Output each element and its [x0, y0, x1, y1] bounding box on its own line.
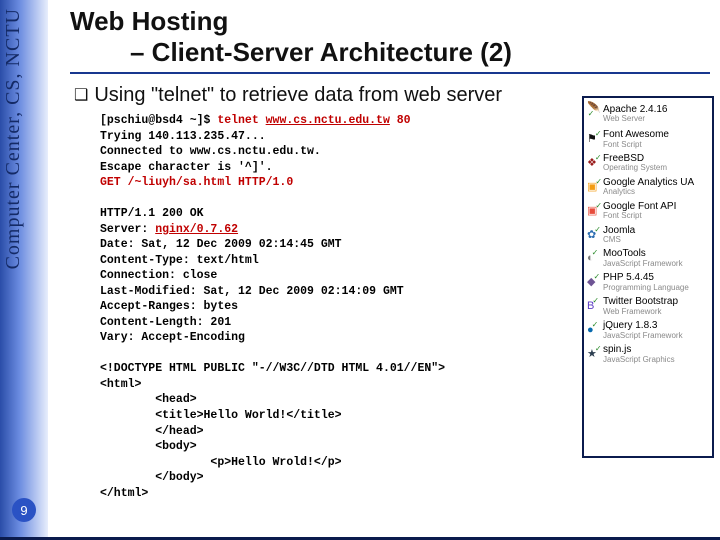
tech-item-text: MooToolsJavaScript Framework	[603, 249, 710, 268]
tech-item-text: Google Analytics UAAnalytics	[603, 178, 710, 197]
font-icon: ⚑✓	[587, 134, 599, 145]
tech-item-category: Operating System	[603, 164, 710, 172]
check-icon: ✓	[588, 109, 595, 118]
tech-item-category: Font Script	[603, 141, 710, 149]
code-line: Connected to www.cs.nctu.edu.tw.	[100, 145, 321, 158]
tech-item-text: JoomlaCMS	[603, 226, 710, 245]
tech-item-category: CMS	[603, 236, 710, 244]
code-line: Content-Length: 201	[100, 316, 231, 329]
code-line: Connection: close	[100, 269, 217, 282]
spin.js-icon: ★✓	[587, 349, 599, 360]
check-icon: ✓	[595, 344, 602, 353]
slide-title-line2: – Client-Server Architecture (2)	[130, 37, 710, 68]
code-get-request: GET /~liuyh/sa.html HTTP/1.0	[100, 176, 293, 189]
code-line: <body>	[100, 440, 197, 453]
code-line: Vary: Accept-Encoding	[100, 331, 245, 344]
code-port: 80	[390, 114, 411, 127]
tech-item-name: spin.js	[603, 345, 710, 356]
google-icon: ▣✓	[587, 206, 599, 217]
tech-item: 🪶✓Apache 2.4.16Web Server	[586, 102, 710, 125]
check-icon: ✓	[592, 248, 599, 257]
tech-item-category: Analytics	[603, 188, 710, 196]
code-line: Server:	[100, 223, 155, 236]
code-line: Content-Type: text/html	[100, 254, 259, 267]
tech-item: ●✓ jQuery 1.8.3JavaScript Framework	[586, 320, 710, 340]
tech-item: ▣✓ Google Analytics UAAnalytics	[586, 177, 710, 197]
code-server-version: nginx/0.7.62	[155, 223, 238, 236]
freebsd-icon: ❖✓	[587, 158, 599, 169]
tech-item: ❖✓ FreeBSDOperating System	[586, 153, 710, 173]
twitter-icon: B✓	[587, 301, 599, 312]
tech-item: ▣✓ Google Font APIFont Script	[586, 201, 710, 221]
code-line: HTTP/1.1 200 OK	[100, 207, 204, 220]
tech-item-category: Web Server	[603, 115, 710, 123]
code-host: www.cs.nctu.edu.tw	[266, 114, 390, 127]
check-icon: ✓	[595, 129, 602, 138]
code-line: <!DOCTYPE HTML PUBLIC "-//W3C//DTD HTML …	[100, 362, 445, 375]
tech-item-text: FreeBSDOperating System	[603, 154, 710, 173]
check-icon: ✓	[594, 225, 601, 234]
apache-icon: 🪶✓	[587, 103, 599, 125]
tech-item-text: Font AwesomeFont Script	[603, 130, 710, 149]
code-line: <p>Hello Wrold!</p>	[100, 456, 342, 469]
check-icon: ✓	[592, 296, 599, 305]
google-icon: ▣✓	[587, 182, 599, 193]
tech-item: ◐✓ MooToolsJavaScript Framework	[586, 248, 710, 268]
tech-item-category: JavaScript Framework	[603, 260, 710, 268]
bullet-text: Using "telnet" to retrieve data from web…	[94, 84, 502, 106]
code-line: Accept-Ranges: bytes	[100, 300, 238, 313]
check-icon: ✓	[595, 177, 602, 186]
title-underline	[70, 72, 710, 74]
left-sidebar: Computer Center, CS, NCTU 9	[0, 0, 48, 540]
mootools-icon: ◐✓	[587, 253, 599, 264]
check-icon: ✓	[592, 320, 599, 329]
check-icon: ✓	[595, 201, 602, 210]
tech-item-text: jQuery 1.8.3JavaScript Framework	[603, 321, 710, 340]
code-cmd-telnet: telnet	[217, 114, 265, 127]
tech-item: ⚑✓ Font AwesomeFont Script	[586, 129, 710, 149]
tech-panel: 🪶✓Apache 2.4.16Web Server⚑✓Font AwesomeF…	[582, 96, 714, 458]
tech-item-name: Font Awesome	[603, 130, 710, 141]
tech-item-text: PHP 5.4.45Programming Language	[603, 273, 710, 292]
code-line: Escape character is '^]'.	[100, 161, 273, 174]
slide-title-line1: Web Hosting	[70, 6, 710, 37]
code-line: Trying 140.113.235.47...	[100, 130, 266, 143]
tech-item-category: Font Script	[603, 212, 710, 220]
code-line: </body>	[100, 471, 204, 484]
code-line: <head>	[100, 393, 197, 406]
jquery-icon: ●✓	[587, 325, 599, 336]
code-line: Date: Sat, 12 Dec 2009 02:14:45 GMT	[100, 238, 342, 251]
tech-item: B✓ Twitter BootstrapWeb Framework	[586, 296, 710, 316]
tech-item-text: Google Font APIFont Script	[603, 202, 710, 221]
code-line: Last-Modified: Sat, 12 Dec 2009 02:14:09…	[100, 285, 404, 298]
php-icon: ◆✓	[587, 277, 599, 288]
tech-item-category: JavaScript Framework	[603, 332, 710, 340]
tech-item: ✿✓ JoomlaCMS	[586, 225, 710, 245]
joomla-icon: ✿✓	[587, 230, 599, 241]
code-line: <html>	[100, 378, 141, 391]
check-icon: ✓	[593, 272, 600, 281]
code-prompt: [pschiu@bsd4 ~]$	[100, 114, 217, 127]
page-number-badge: 9	[12, 498, 36, 522]
tech-item: ★✓ spin.jsJavaScript Graphics	[586, 344, 710, 364]
check-icon: ✓	[595, 153, 602, 162]
bullet-marker: ❑	[74, 87, 88, 104]
tech-item-text: spin.jsJavaScript Graphics	[603, 345, 710, 364]
code-line: </head>	[100, 425, 204, 438]
tech-item-category: Web Framework	[603, 308, 710, 316]
tech-item-text: Apache 2.4.16Web Server	[603, 105, 710, 124]
tech-item-category: JavaScript Graphics	[603, 356, 710, 364]
tech-item-category: Programming Language	[603, 284, 710, 292]
code-line: <title>Hello World!</title>	[100, 409, 342, 422]
sidebar-org-label: Computer Center, CS, NCTU	[2, 8, 25, 269]
tech-item-text: Twitter BootstrapWeb Framework	[603, 297, 710, 316]
tech-item: ◆✓ PHP 5.4.45Programming Language	[586, 272, 710, 292]
code-line: </html>	[100, 487, 148, 500]
